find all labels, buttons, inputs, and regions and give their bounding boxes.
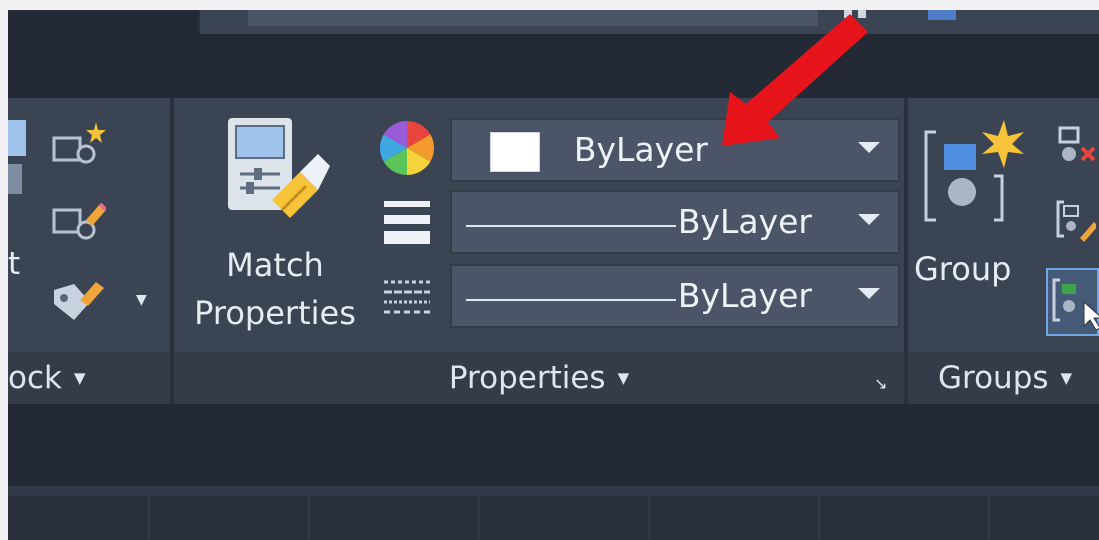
ribbon-home-tab: t ▼ ock ▼ Match Properties ByLayer ByLay… xyxy=(8,98,1099,404)
lineweight-icon xyxy=(380,194,434,250)
properties-panel-title: Properties xyxy=(448,360,606,396)
block-panel: t ▼ ock ▼ xyxy=(8,98,170,404)
match-properties-icon xyxy=(228,118,330,218)
properties-panel-expand-caret[interactable]: ▼ xyxy=(618,369,630,387)
color-wheel-icon xyxy=(380,120,434,176)
file-tabs-strip xyxy=(8,486,1099,496)
group-selection-icon xyxy=(1052,278,1099,331)
grid-line xyxy=(308,496,310,540)
block-panel-expand-caret[interactable]: ▼ xyxy=(74,369,86,387)
block-editor-icon xyxy=(52,202,106,240)
create-block-button[interactable] xyxy=(48,120,108,168)
sign-in-icon[interactable] xyxy=(928,10,956,20)
insert-block-icon[interactable] xyxy=(8,108,30,208)
match-properties-button[interactable]: Match Properties xyxy=(180,118,370,338)
grid-line xyxy=(648,496,650,540)
group-button[interactable]: Group xyxy=(914,120,1044,288)
below-ribbon-area xyxy=(8,404,1099,540)
drawing-area[interactable] xyxy=(8,496,1099,540)
group-selection-toggle[interactable] xyxy=(1046,268,1099,336)
edit-attributes-icon xyxy=(54,282,104,320)
lineweight-combo[interactable]: ByLayer xyxy=(450,190,900,254)
groups-panel-expand-caret[interactable]: ▼ xyxy=(1061,369,1073,387)
group-edit-icon[interactable] xyxy=(1056,198,1096,248)
group-label: Group xyxy=(914,250,1012,288)
grid-line xyxy=(988,496,990,540)
lineweight-combo-caret[interactable] xyxy=(858,214,880,225)
create-block-icon xyxy=(52,122,106,164)
grid-line xyxy=(818,496,820,540)
group-icon xyxy=(924,120,1024,222)
groups-panel: Group Groups ▼ xyxy=(908,98,1099,404)
block-panel-footer[interactable]: ock ▼ xyxy=(8,352,170,404)
linetype-combo-value: ByLayer xyxy=(677,276,812,315)
title-strip xyxy=(8,10,1099,98)
linetype-combo[interactable]: ByLayer xyxy=(450,264,900,328)
edit-block-button[interactable] xyxy=(48,198,108,246)
match-properties-label-line1: Match xyxy=(226,246,324,284)
linetype-icon xyxy=(380,270,434,326)
properties-dialog-launcher-icon[interactable]: ↘ xyxy=(874,374,887,393)
block-panel-title: ock xyxy=(8,360,62,396)
ungroup-icon[interactable] xyxy=(1058,124,1098,174)
attributes-dropdown-caret[interactable]: ▼ xyxy=(136,292,147,308)
groups-panel-footer[interactable]: Groups ▼ xyxy=(908,352,1099,404)
linetype-combo-caret[interactable] xyxy=(858,288,880,299)
linetype-preview-line xyxy=(466,299,676,301)
lineweight-combo-value: ByLayer xyxy=(677,202,812,241)
properties-panel-footer[interactable]: Properties ▼ xyxy=(174,352,904,404)
quick-access-toolbar xyxy=(198,10,1099,34)
autocad-window: t ▼ ock ▼ Match Properties ByLayer ByLay… xyxy=(8,10,1099,540)
edit-attributes-button[interactable] xyxy=(48,276,108,324)
red-annotation-arrow xyxy=(722,14,868,146)
grid-line xyxy=(478,496,480,540)
insert-label: t xyxy=(8,246,21,282)
color-swatch xyxy=(490,132,540,172)
grid-line xyxy=(148,496,150,540)
lineweight-preview-line xyxy=(466,225,676,227)
color-combo-value: ByLayer xyxy=(573,130,708,169)
groups-panel-title: Groups xyxy=(938,360,1049,396)
match-properties-label-line2: Properties xyxy=(194,294,356,332)
